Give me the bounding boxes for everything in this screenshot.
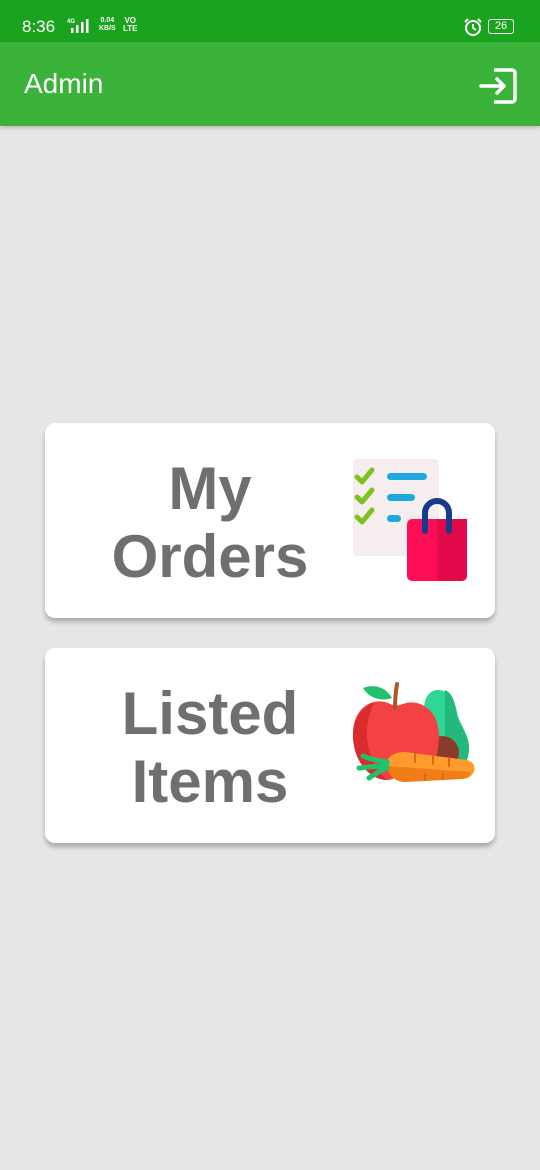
listed-items-label: Listed Items: [95, 680, 325, 816]
volte-bottom: LTE: [123, 24, 138, 33]
card-label-line: Listed: [121, 680, 299, 747]
battery-icon: 26: [488, 19, 514, 34]
card-label-line: Orders: [111, 523, 309, 590]
my-orders-card[interactable]: My Orders: [45, 423, 495, 618]
alarm-icon: [464, 18, 482, 36]
page-title: Admin: [24, 68, 104, 99]
my-orders-label: My Orders: [95, 455, 325, 591]
fruits-vegetables-icon: [353, 682, 475, 782]
card-label-line: My: [168, 455, 252, 522]
logout-icon[interactable]: [474, 62, 522, 110]
status-bar: 8:36 4G 0.04 KB/S VO LTE 26: [0, 0, 540, 42]
speed-unit: KB/S: [99, 25, 116, 32]
orders-checklist-bag-icon: [353, 459, 467, 581]
app-bar: Admin: [0, 42, 540, 126]
network-speed: 0.04 KB/S: [99, 17, 116, 33]
card-label-line: Items: [131, 748, 289, 815]
battery-level: 26: [494, 20, 508, 32]
listed-items-card[interactable]: Listed Items: [45, 648, 495, 843]
status-time: 8:36: [22, 17, 56, 36]
signal-icon: 4G: [67, 19, 89, 33]
volte-indicator: VO LTE: [123, 17, 138, 33]
network-type: 4G: [67, 19, 75, 25]
speed-value: 0.04: [100, 17, 115, 24]
